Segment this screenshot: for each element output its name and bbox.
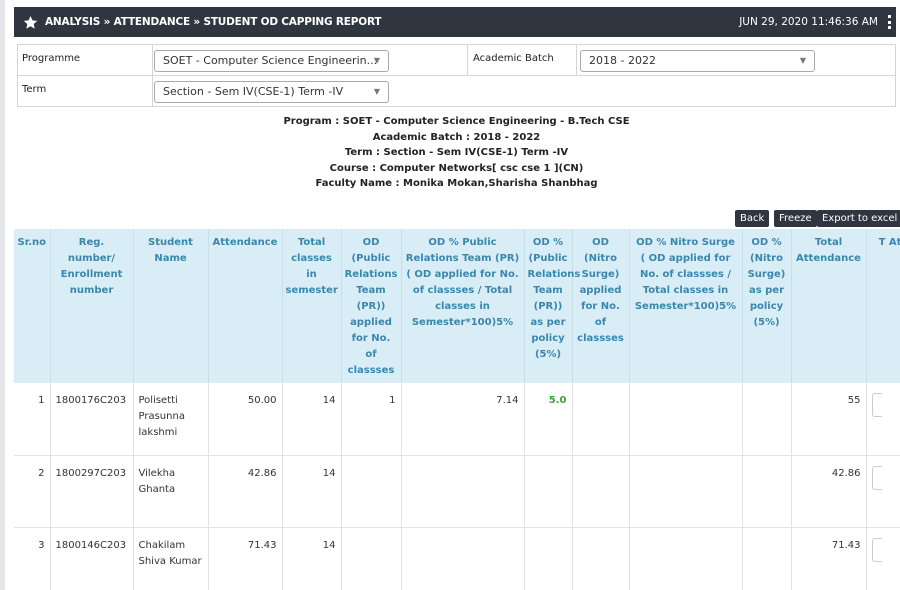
more-options-icon[interactable] [886, 15, 892, 29]
cell-reg: 1800176C203 [50, 383, 134, 456]
page-frame: ANALYSIS » ATTENDANCE » STUDENT OD CAPPI… [0, 0, 900, 590]
cell-od-pr: 1 [341, 383, 402, 456]
cell-name: Chakilam Shiva Kumar [133, 527, 209, 590]
info-faculty: Faculty Name : Monika Mokan,Sharisha Sha… [315, 178, 598, 189]
report-table-container[interactable]: Sr.no Reg. number/ Enrollment number Stu… [14, 229, 900, 590]
column-header[interactable]: Total Attendance [791, 229, 867, 383]
page-header-bar: ANALYSIS » ATTENDANCE » STUDENT OD CAPPI… [14, 7, 896, 37]
info-program: Program : SOET - Computer Science Engine… [283, 116, 630, 127]
cell-sr: 2 [14, 455, 51, 528]
column-header[interactable]: Sr.no [14, 229, 51, 383]
divider [467, 45, 468, 75]
cell-od-pr [341, 455, 402, 528]
cell-total-classes: 14 [282, 383, 342, 456]
cell-od-pr-policy [524, 527, 573, 590]
programme-select-value: SOET - Computer Science Engineerin... [163, 54, 378, 67]
cell-attendance: 42.86 [208, 455, 283, 528]
row-action-button[interactable] [871, 465, 882, 490]
breadcrumb-title: ANALYSIS » ATTENDANCE » STUDENT OD CAPPI… [45, 16, 382, 28]
report-info: Program : SOET - Computer Science Engine… [17, 114, 896, 192]
cell-od-ns-policy [742, 383, 792, 456]
cell-reg: 1800146C203 [50, 527, 134, 590]
divider [152, 76, 153, 107]
cell-name: Polisetti Prasunna lakshmi [133, 383, 209, 456]
batch-select[interactable]: 2018 - 2022 ▼ [580, 50, 815, 72]
divider [576, 45, 577, 75]
cell-od-pr-policy: 5.0 [524, 383, 573, 456]
chevron-down-icon: ▼ [799, 56, 806, 65]
cell-name: Vilekha Ghanta [133, 455, 209, 528]
batch-select-value: 2018 - 2022 [589, 54, 656, 67]
cell-od-ns [572, 527, 630, 590]
column-header[interactable]: Reg. number/ Enrollment number [50, 229, 134, 383]
cell-od-ns-pct [629, 383, 743, 456]
chevron-down-icon: ▼ [373, 87, 380, 96]
cell-reg: 1800297C203 [50, 455, 134, 528]
column-header[interactable]: Total classes in semester [282, 229, 342, 383]
cell-total-classes: 14 [282, 527, 342, 590]
table-row: 1 1800176C203 Polisetti Prasunna lakshmi… [14, 383, 900, 456]
column-header[interactable]: OD % (Public Relations Team (PR)) as per… [524, 229, 580, 383]
table-row: 2 1800297C203 Vilekha Ghanta 42.86 14 42… [14, 455, 900, 528]
column-header[interactable]: OD % Nitro Surge ( OD applied for No. of… [629, 229, 743, 383]
cell-action [866, 383, 900, 456]
table-row: 3 1800146C203 Chakilam Shiva Kumar 71.43… [14, 527, 900, 590]
cell-od-pr-policy [524, 455, 573, 528]
cell-total-attendance: 42.86 [791, 455, 867, 528]
od-capping-table: Sr.no Reg. number/ Enrollment number Stu… [14, 229, 900, 590]
column-header[interactable]: Attendance [208, 229, 283, 383]
filter-panel: Programme SOET - Computer Science Engine… [17, 44, 896, 107]
programme-select[interactable]: SOET - Computer Science Engineerin... ▼ [154, 50, 389, 72]
star-icon[interactable] [17, 15, 43, 30]
datetime-display: JUN 29, 2020 11:46:36 AM [739, 16, 878, 28]
column-header[interactable]: Student Name [133, 229, 209, 383]
column-header[interactable]: T At [866, 229, 900, 383]
cell-od-ns-pct [629, 527, 743, 590]
cell-od-ns-policy [742, 527, 792, 590]
row-action-button[interactable] [871, 393, 882, 417]
cell-od-pr-pct [401, 527, 525, 590]
row-action-button[interactable] [871, 537, 882, 562]
filter-row-term: Term Section - Sem IV(CSE-1) Term -IV ▼ [18, 76, 895, 107]
back-button[interactable]: Back [735, 210, 770, 227]
cell-sr: 1 [14, 383, 51, 456]
info-batch: Academic Batch : 2018 - 2022 [372, 131, 541, 143]
info-term: Term : Section - Sem IV(CSE-1) Term -IV [344, 147, 569, 158]
term-select-value: Section - Sem IV(CSE-1) Term -IV [163, 85, 344, 98]
chevron-down-icon: ▼ [373, 56, 380, 65]
cell-od-pr-pct: 7.14 [401, 383, 525, 456]
cell-action [866, 527, 900, 590]
term-label: Term [22, 84, 47, 95]
batch-label: Academic Batch [473, 53, 554, 64]
cell-total-attendance: 55 [791, 383, 867, 456]
column-header[interactable]: OD (Public Relations Team (PR)) applied … [341, 229, 402, 383]
cell-total-attendance: 71.43 [791, 527, 867, 590]
term-select[interactable]: Section - Sem IV(CSE-1) Term -IV ▼ [154, 81, 389, 103]
filter-row-programme: Programme SOET - Computer Science Engine… [18, 45, 895, 76]
programme-label: Programme [22, 53, 81, 64]
column-header[interactable]: OD % Public Relations Team (PR) ( OD app… [401, 229, 525, 383]
cell-od-pr-pct [401, 455, 525, 528]
cell-attendance: 71.43 [208, 527, 283, 590]
cell-od-pr [341, 527, 402, 590]
divider [152, 45, 153, 75]
cell-od-ns-pct [629, 455, 743, 528]
cell-od-ns-policy [742, 455, 792, 528]
freeze-button[interactable]: Freeze [774, 210, 817, 227]
info-course: Course : Computer Networks[ csc cse 1 ](… [329, 162, 584, 174]
column-header[interactable]: OD (Nitro Surge) applied for No. of clas… [572, 229, 630, 383]
export-excel-button[interactable]: Export to excel [817, 210, 900, 227]
table-header-row: Sr.no Reg. number/ Enrollment number Stu… [14, 229, 900, 383]
column-header[interactable]: OD % (Nitro Surge) as per policy (5%) [742, 229, 792, 383]
cell-total-classes: 14 [282, 455, 342, 528]
cell-attendance: 50.00 [208, 383, 283, 456]
cell-action [866, 455, 900, 528]
cell-sr: 3 [14, 527, 51, 590]
cell-od-ns [572, 455, 630, 528]
cell-od-ns [572, 383, 630, 456]
